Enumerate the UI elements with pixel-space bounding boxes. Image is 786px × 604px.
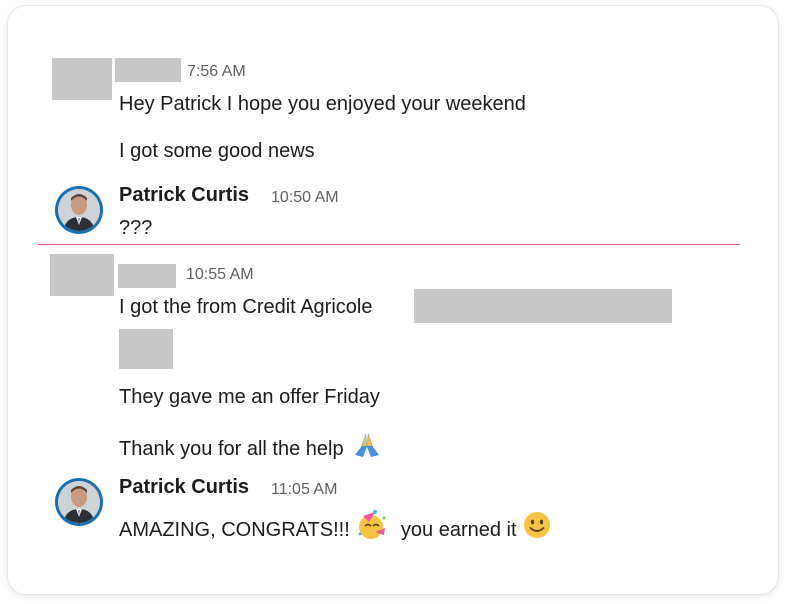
new-messages-divider xyxy=(38,244,740,245)
message-text: AMAZING, CONGRATS!!! xyxy=(119,519,350,541)
avatar[interactable] xyxy=(55,186,103,234)
message-text: you earned it xyxy=(400,519,517,541)
message-timestamp: 10:55 AM xyxy=(186,266,254,283)
redacted-sender-name xyxy=(118,264,176,288)
message-timestamp: 7:56 AM xyxy=(187,63,246,80)
sender-name[interactable]: Patrick Curtis xyxy=(119,476,249,499)
message-text: I got the from Credit Agricole xyxy=(119,296,373,318)
slightly-smiling-face-emoji-icon xyxy=(522,510,552,546)
message-timestamp: 10:50 AM xyxy=(271,189,339,206)
partying-face-emoji-icon xyxy=(355,510,389,546)
message-text: Thank you for all the help xyxy=(119,438,344,460)
person-photo-icon xyxy=(58,189,100,231)
pray-emoji-icon xyxy=(349,431,385,465)
message-text: I got some good news xyxy=(119,140,315,162)
redacted-text xyxy=(119,329,173,369)
message-text-with-emoji: AMAZING, CONGRATS!!! you earned it xyxy=(119,510,552,546)
message-text: They gave me an offer Friday xyxy=(119,386,380,408)
redacted-sender-name xyxy=(115,58,181,82)
sender-name[interactable]: Patrick Curtis xyxy=(119,184,249,207)
message-text-with-emoji: Thank you for all the help xyxy=(119,431,385,465)
person-photo-icon xyxy=(58,481,100,523)
message-text: Hey Patrick I hope you enjoyed your week… xyxy=(119,93,526,115)
redacted-avatar xyxy=(52,58,112,100)
avatar[interactable] xyxy=(55,478,103,526)
message-text: ??? xyxy=(119,217,153,239)
message-timestamp: 11:05 AM xyxy=(271,481,338,498)
redacted-text xyxy=(414,289,672,323)
redacted-avatar xyxy=(50,254,114,296)
